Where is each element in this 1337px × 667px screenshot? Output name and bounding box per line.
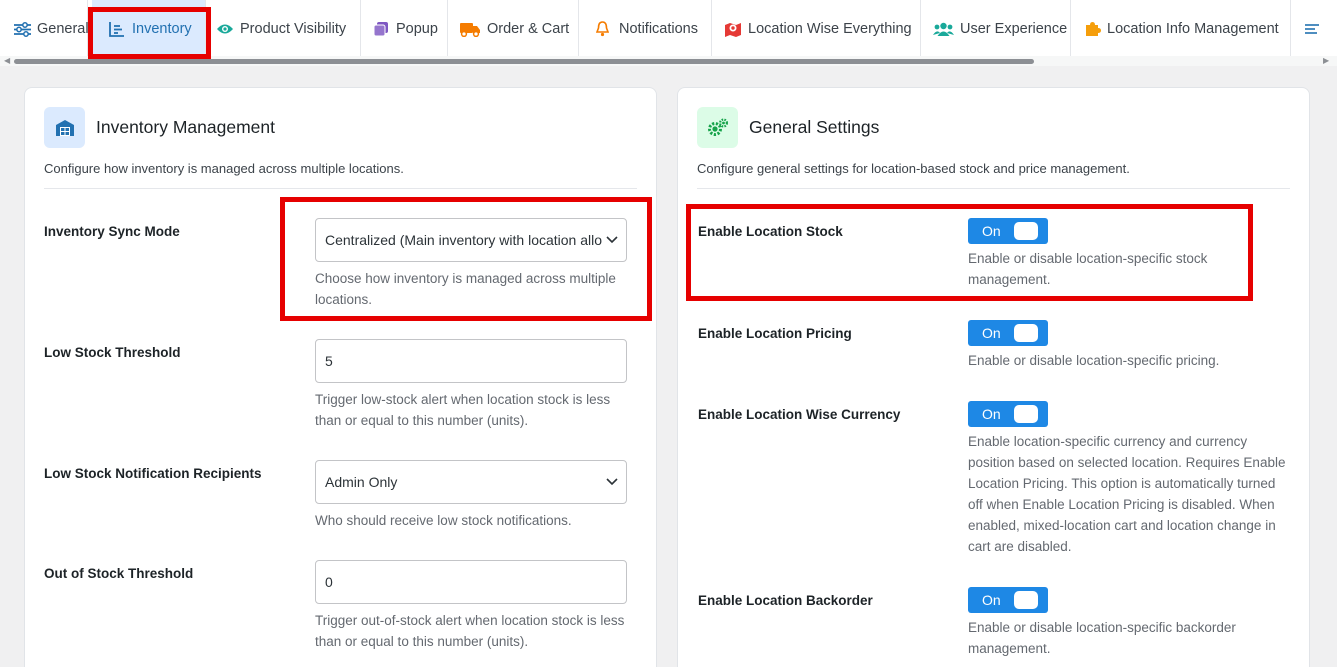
toggle-knob: [1014, 324, 1038, 342]
tab-general[interactable]: General: [0, 0, 89, 57]
selected-value: Centralized (Main inventory with locatio…: [325, 232, 603, 248]
sliders-icon: [14, 20, 31, 38]
low-stock-recipients-help: Who should receive low stock notificatio…: [315, 513, 572, 528]
tab-popup[interactable]: Popup: [361, 0, 448, 57]
out-of-stock-threshold-label: Out of Stock Threshold: [44, 566, 194, 581]
low-stock-threshold-input[interactable]: 5: [315, 339, 627, 383]
tab-label: Notifications: [619, 21, 698, 37]
out-of-stock-threshold-input[interactable]: 0: [315, 560, 627, 604]
toggle-knob: [1014, 222, 1038, 240]
popup-icon: [372, 20, 390, 38]
selected-value: Admin Only: [325, 474, 398, 490]
gears-icon: [697, 107, 738, 148]
tab-label: Inventory: [132, 21, 192, 37]
inventory-sync-mode-select[interactable]: Centralized (Main inventory with locatio…: [315, 218, 627, 262]
tab-label: General: [37, 21, 89, 37]
inventory-management-card: Inventory Management Configure how inven…: [24, 87, 657, 667]
enable-location-backorder-toggle[interactable]: On: [968, 587, 1048, 613]
divider: [697, 188, 1290, 189]
enable-location-pricing-toggle[interactable]: On: [968, 320, 1048, 346]
input-value: 0: [325, 574, 333, 590]
map-pin-icon: [724, 20, 742, 38]
out-of-stock-threshold-help: Trigger out-of-stock alert when location…: [315, 613, 625, 649]
tab-label: Location Wise Everything: [748, 21, 912, 37]
low-stock-threshold-label: Low Stock Threshold: [44, 345, 181, 360]
tab-notifications[interactable]: Notifications: [579, 0, 712, 57]
chevron-down-icon: [606, 474, 618, 486]
truck-icon: [459, 20, 481, 38]
toggle-state: On: [982, 325, 1001, 341]
tab-user-experience[interactable]: User Experience: [921, 0, 1071, 57]
low-stock-threshold-help: Trigger low-stock alert when location st…: [315, 392, 611, 428]
toggle-state: On: [982, 592, 1001, 608]
input-value: 5: [325, 353, 333, 369]
toggle-knob: [1014, 405, 1038, 423]
general-settings-card: General Settings Configure general setti…: [677, 87, 1310, 667]
tab-label: Popup: [396, 21, 438, 37]
bell-icon: [593, 20, 611, 38]
tab-label: Location Info Management: [1107, 21, 1279, 37]
enable-location-pricing-help: Enable or disable location-specific pric…: [968, 353, 1220, 368]
settings-tab-bar: General Inventory Product Visibility Pop…: [0, 0, 1337, 58]
toggle-knob: [1014, 591, 1038, 609]
puzzle-icon: [1084, 20, 1102, 38]
chevron-down-icon: [606, 232, 618, 244]
enable-location-wise-currency-help: Enable location-specific currency and cu…: [968, 434, 1286, 554]
tab-more[interactable]: [1291, 0, 1337, 57]
card-title: General Settings: [749, 117, 880, 137]
tab-order-cart[interactable]: Order & Cart: [448, 0, 579, 57]
card-description: Configure general settings for location-…: [697, 161, 1130, 176]
tab-inventory[interactable]: Inventory: [92, 0, 206, 57]
enable-location-stock-label: Enable Location Stock: [698, 224, 843, 239]
users-icon: [933, 20, 954, 38]
divider: [44, 188, 637, 189]
list-icon: [1303, 20, 1321, 38]
low-stock-recipients-label: Low Stock Notification Recipients: [44, 466, 262, 481]
enable-location-stock-help: Enable or disable location-specific stoc…: [968, 251, 1208, 287]
enable-location-wise-currency-label: Enable Location Wise Currency: [698, 407, 901, 422]
tab-location-info-management[interactable]: Location Info Management: [1071, 0, 1291, 57]
card-title: Inventory Management: [96, 117, 275, 137]
inventory-sync-mode-label: Inventory Sync Mode: [44, 224, 180, 239]
tab-product-visibility[interactable]: Product Visibility: [208, 0, 361, 57]
scroll-left-icon[interactable]: ◀: [4, 56, 10, 65]
enable-location-backorder-help: Enable or disable location-specific back…: [968, 620, 1236, 656]
tab-scrollbar-thumb[interactable]: [14, 59, 1034, 64]
toggle-state: On: [982, 223, 1001, 239]
scroll-right-icon[interactable]: ▶: [1323, 56, 1329, 65]
enable-location-stock-toggle[interactable]: On: [968, 218, 1048, 244]
tab-location-wise-everything[interactable]: Location Wise Everything: [712, 0, 921, 57]
enable-location-backorder-label: Enable Location Backorder: [698, 593, 873, 608]
inventory-sync-mode-help: Choose how inventory is managed across m…: [315, 271, 616, 307]
enable-location-pricing-label: Enable Location Pricing: [698, 326, 852, 341]
tab-label: Product Visibility: [240, 21, 347, 37]
tab-label: User Experience: [960, 21, 1068, 37]
toggle-state: On: [982, 406, 1001, 422]
warehouse-icon: [44, 107, 85, 148]
enable-location-wise-currency-toggle[interactable]: On: [968, 401, 1048, 427]
tab-label: Order & Cart: [487, 21, 570, 37]
eye-icon: [216, 20, 234, 38]
chart-list-icon: [108, 20, 126, 38]
low-stock-recipients-select[interactable]: Admin Only: [315, 460, 627, 504]
card-description: Configure how inventory is managed acros…: [44, 161, 404, 176]
